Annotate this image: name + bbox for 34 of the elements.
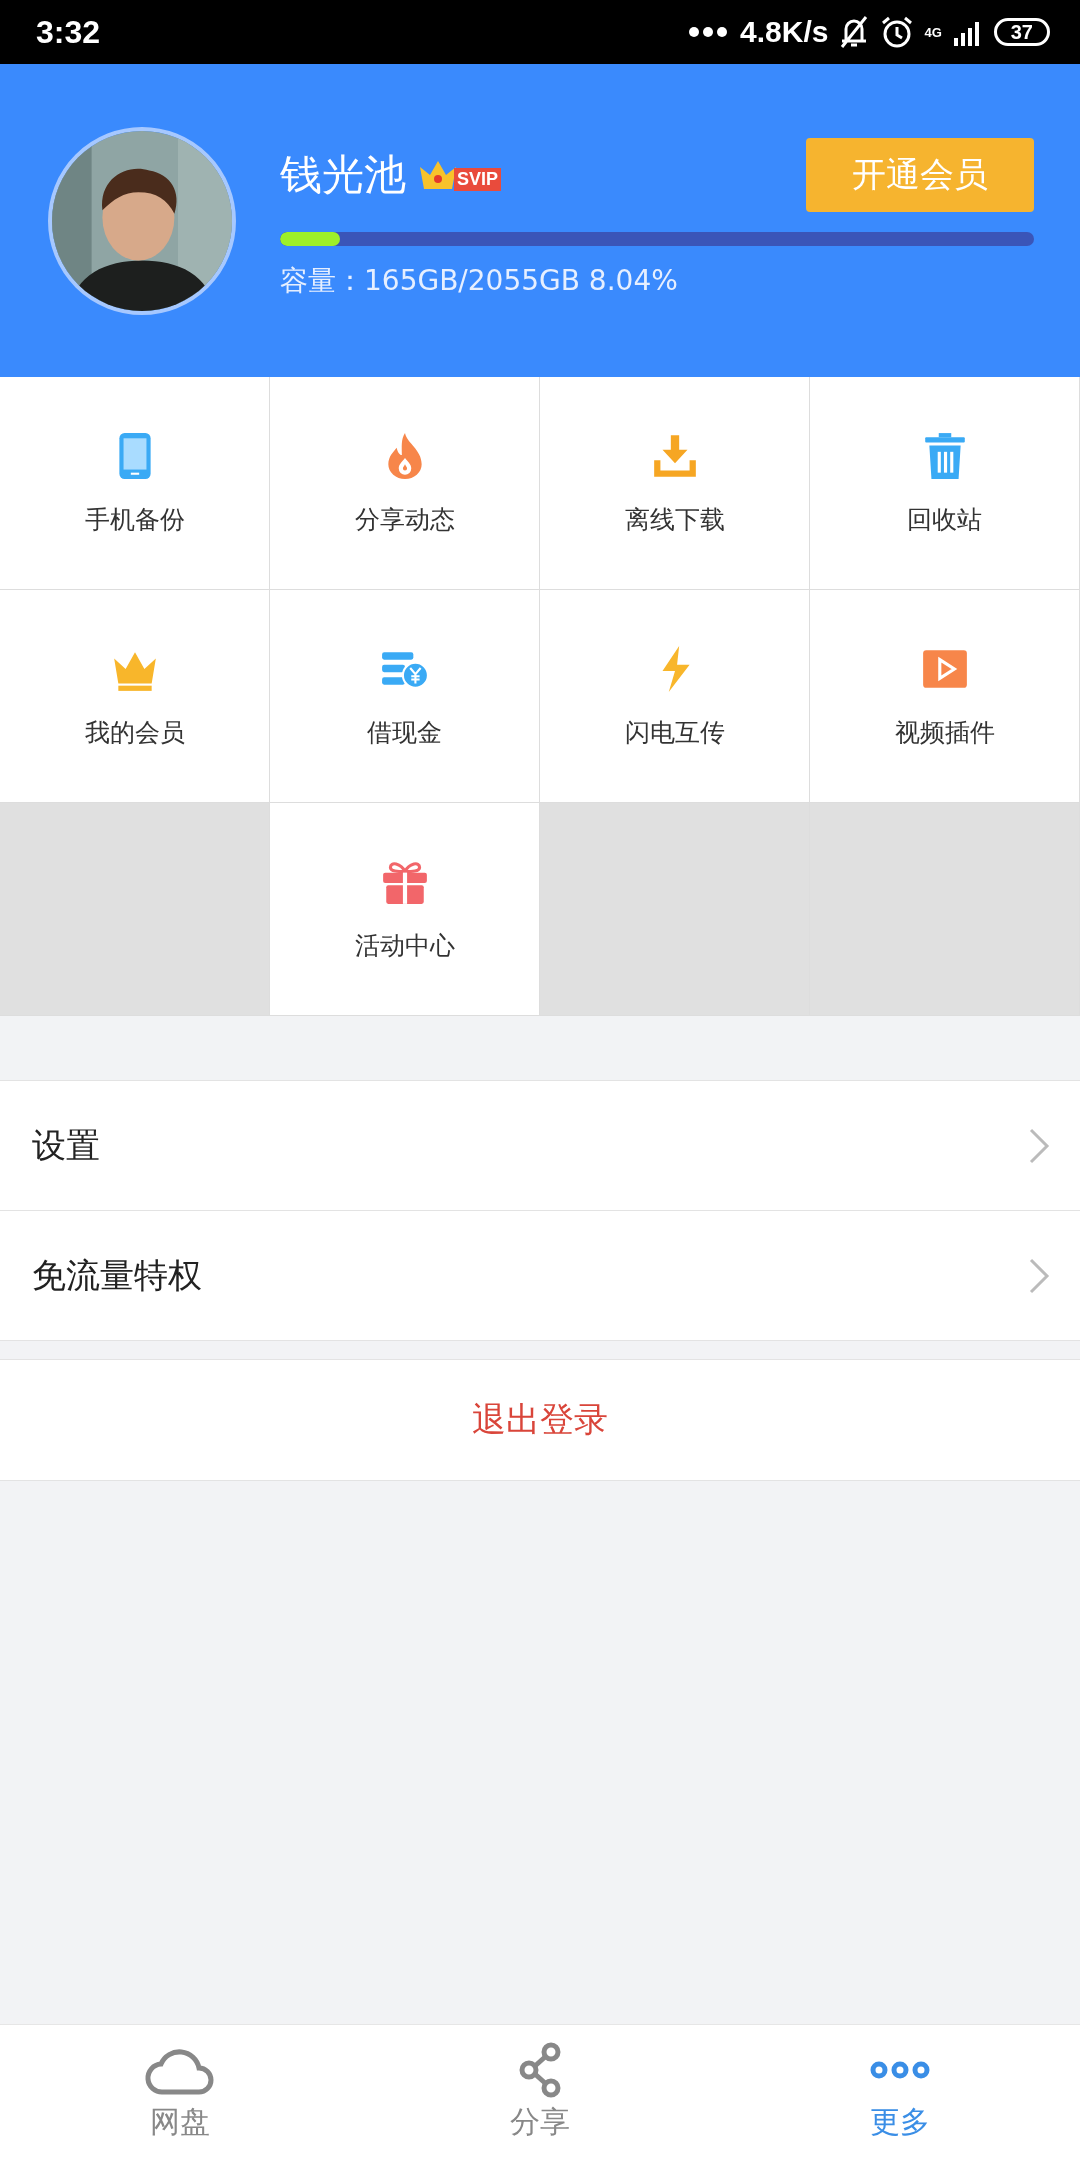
chevron-icon bbox=[1028, 1256, 1050, 1295]
feature-tile[interactable]: 离线下载 bbox=[540, 377, 810, 590]
feature-label: 闪电互传 bbox=[624, 716, 725, 749]
feature-tile[interactable]: 我的会员 bbox=[0, 590, 270, 803]
feature-label: 分享动态 bbox=[354, 503, 455, 536]
menu-label: 设置 bbox=[32, 1123, 101, 1167]
menu-label: 免流量特权 bbox=[32, 1253, 203, 1297]
feature-label: 活动中心 bbox=[354, 929, 455, 962]
tab[interactable]: 分享 bbox=[360, 2025, 720, 2160]
capacity-text: 容量：165GB/2055GB 8.04% bbox=[280, 262, 679, 299]
battery-indicator: 37 bbox=[993, 18, 1050, 46]
feature-tile[interactable]: 闪电互传 bbox=[540, 590, 810, 803]
status-time: 3:32 bbox=[36, 13, 101, 51]
tab[interactable]: 网盘 bbox=[0, 2025, 360, 2160]
vip-badge: SVIP bbox=[454, 168, 502, 191]
feature-label: 手机备份 bbox=[84, 503, 185, 536]
feature-label: 我的会员 bbox=[84, 716, 185, 749]
logout-button[interactable]: 退出登录 bbox=[466, 1396, 614, 1444]
alarm-icon bbox=[880, 15, 915, 49]
feature-label: 借现金 bbox=[367, 716, 442, 749]
feature-label: 离线下载 bbox=[624, 503, 725, 536]
feature-tile[interactable]: 借现金 bbox=[270, 590, 540, 803]
chevron-icon bbox=[1028, 1126, 1050, 1165]
network-speed: 4.8K/s bbox=[740, 15, 829, 49]
feature-tile[interactable]: 手机备份 bbox=[0, 377, 270, 590]
feature-tile[interactable]: 视频插件 bbox=[810, 590, 1080, 803]
feature-label: 视频插件 bbox=[894, 716, 995, 749]
feature-tile[interactable]: 分享动态 bbox=[270, 377, 540, 590]
user-name: 钱光池 bbox=[280, 148, 406, 201]
network-type: 4G bbox=[924, 24, 942, 40]
feature-label: 回收站 bbox=[907, 503, 982, 536]
more-dots-icon bbox=[688, 26, 730, 38]
feature-tile[interactable]: 活动中心 bbox=[270, 803, 540, 1016]
feature-tile[interactable]: 回收站 bbox=[810, 377, 1080, 590]
